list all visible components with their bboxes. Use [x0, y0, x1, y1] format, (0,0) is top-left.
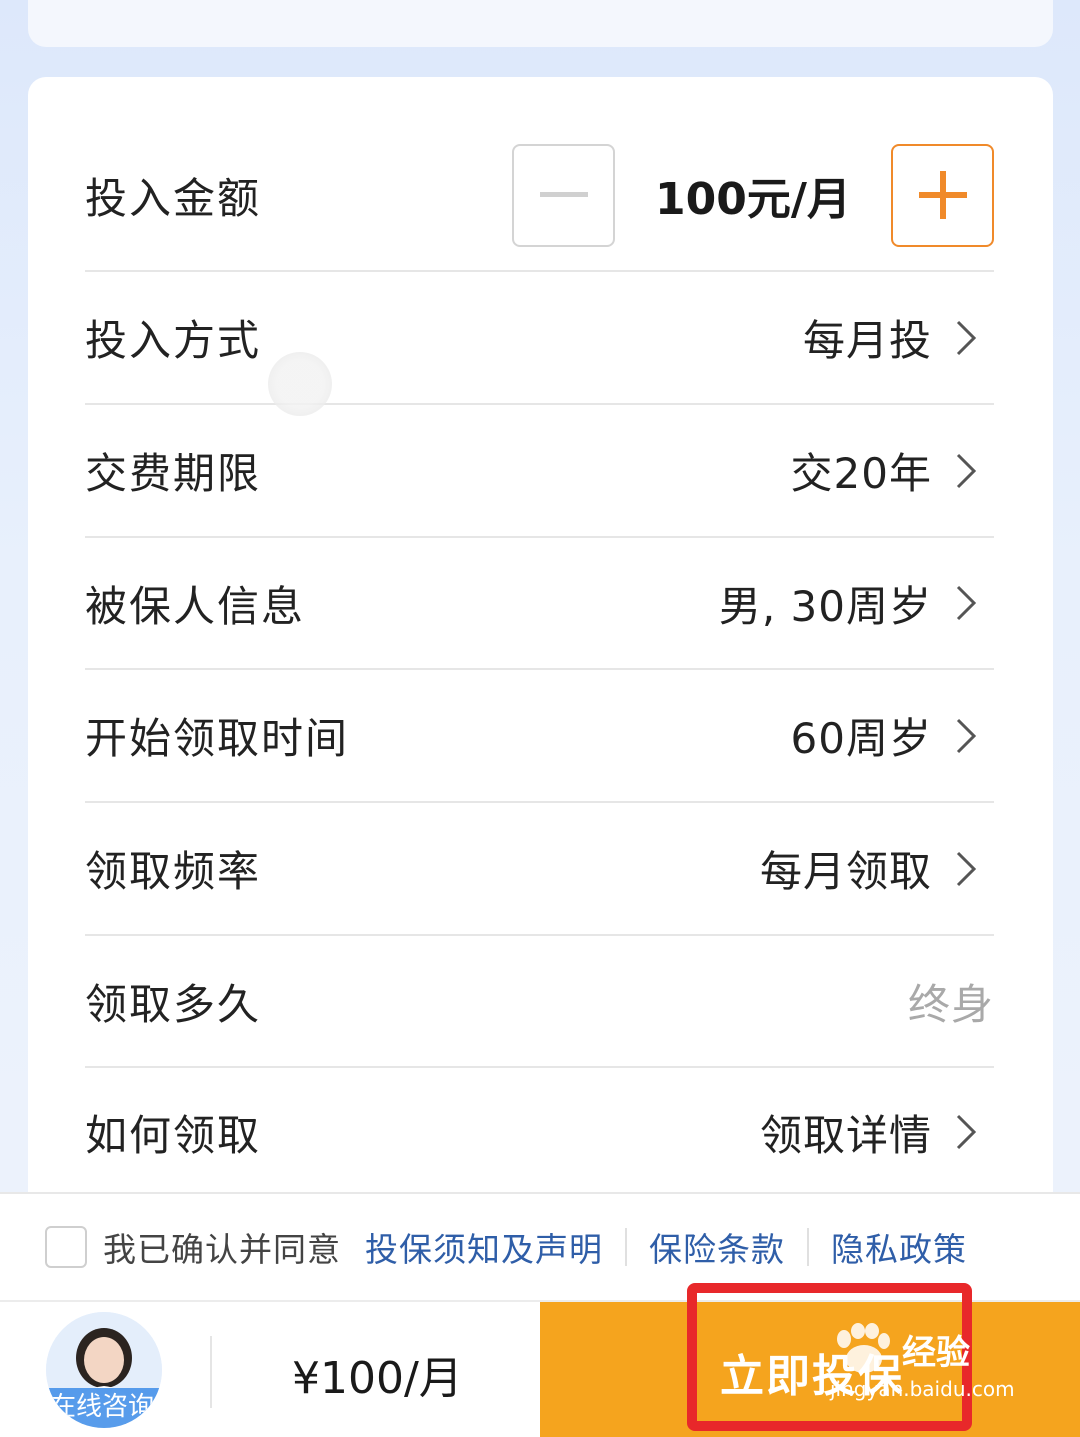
link-policy-terms[interactable]: 保险条款 — [649, 1223, 785, 1271]
divider — [807, 1228, 809, 1266]
consult-avatar-button[interactable]: 在线咨询 — [46, 1312, 162, 1428]
decrease-button[interactable] — [512, 143, 615, 247]
chevron-right-icon — [956, 585, 977, 621]
row-label: 领取多久 — [85, 979, 262, 1029]
watermark-text: 经验 — [902, 1332, 970, 1373]
row-how-to-claim[interactable]: 如何领取 领取详情 — [85, 1068, 994, 1196]
chevron-right-icon — [956, 320, 977, 355]
row-label: 如何领取 — [85, 1110, 262, 1160]
increase-button[interactable] — [891, 143, 994, 247]
row-value: 每月领取 — [759, 847, 932, 896]
row-label: 投入方式 — [85, 316, 262, 365]
row-label: 领取频率 — [85, 847, 262, 896]
minus-icon — [539, 192, 588, 197]
row-value: 终身 — [907, 979, 994, 1029]
page: 投入金额 100元/月 投入方式 每月投 交费期限 交20年 被保人信息 男, … — [0, 0, 1080, 1437]
chevron-right-icon — [956, 851, 977, 886]
link-privacy-policy[interactable]: 隐私政策 — [831, 1223, 967, 1271]
consult-label: 在线咨询 — [46, 1388, 162, 1428]
divider — [210, 1336, 212, 1408]
baidu-jingyan-watermark: 经验 jingyan.baidu.com — [830, 1323, 1070, 1413]
row-investment-method[interactable]: 投入方式 每月投 — [85, 272, 994, 405]
amount-label: 投入金额 — [85, 173, 262, 223]
row-insured-info[interactable]: 被保人信息 男, 30周岁 — [85, 538, 994, 670]
row-label: 被保人信息 — [85, 581, 306, 631]
amount-row: 投入金额 100元/月 — [85, 120, 994, 272]
agree-text: 我已确认并同意 — [103, 1230, 341, 1269]
row-value: 领取详情 — [759, 1110, 932, 1160]
link-insurance-notice[interactable]: 投保须知及声明 — [365, 1223, 603, 1271]
row-claim-frequency[interactable]: 领取频率 每月领取 — [85, 803, 994, 936]
amount-stepper: 100元/月 — [512, 143, 994, 247]
paw-logo-icon — [837, 1323, 890, 1373]
row-value: 交20年 — [790, 449, 932, 498]
total-price: ¥100/月 — [292, 1353, 463, 1404]
previous-card — [28, 0, 1053, 47]
chevron-right-icon — [956, 453, 977, 488]
row-value: 每月投 — [802, 316, 932, 365]
row-label: 交费期限 — [85, 449, 262, 498]
chevron-right-icon — [956, 718, 977, 753]
chevron-right-icon — [956, 1114, 977, 1150]
row-value: 男, 30周岁 — [718, 581, 932, 631]
row-start-claim-age[interactable]: 开始领取时间 60周岁 — [85, 670, 994, 803]
plus-icon — [918, 171, 967, 219]
agree-checkbox[interactable] — [45, 1226, 87, 1268]
row-claim-duration: 领取多久 终身 — [85, 936, 994, 1068]
amount-value: 100元/月 — [655, 174, 851, 225]
row-payment-term[interactable]: 交费期限 交20年 — [85, 405, 994, 538]
row-label: 开始领取时间 — [85, 714, 350, 763]
watermark-url: jingyan.baidu.com — [830, 1377, 1015, 1401]
divider — [625, 1228, 627, 1266]
row-value: 60周岁 — [790, 714, 932, 763]
